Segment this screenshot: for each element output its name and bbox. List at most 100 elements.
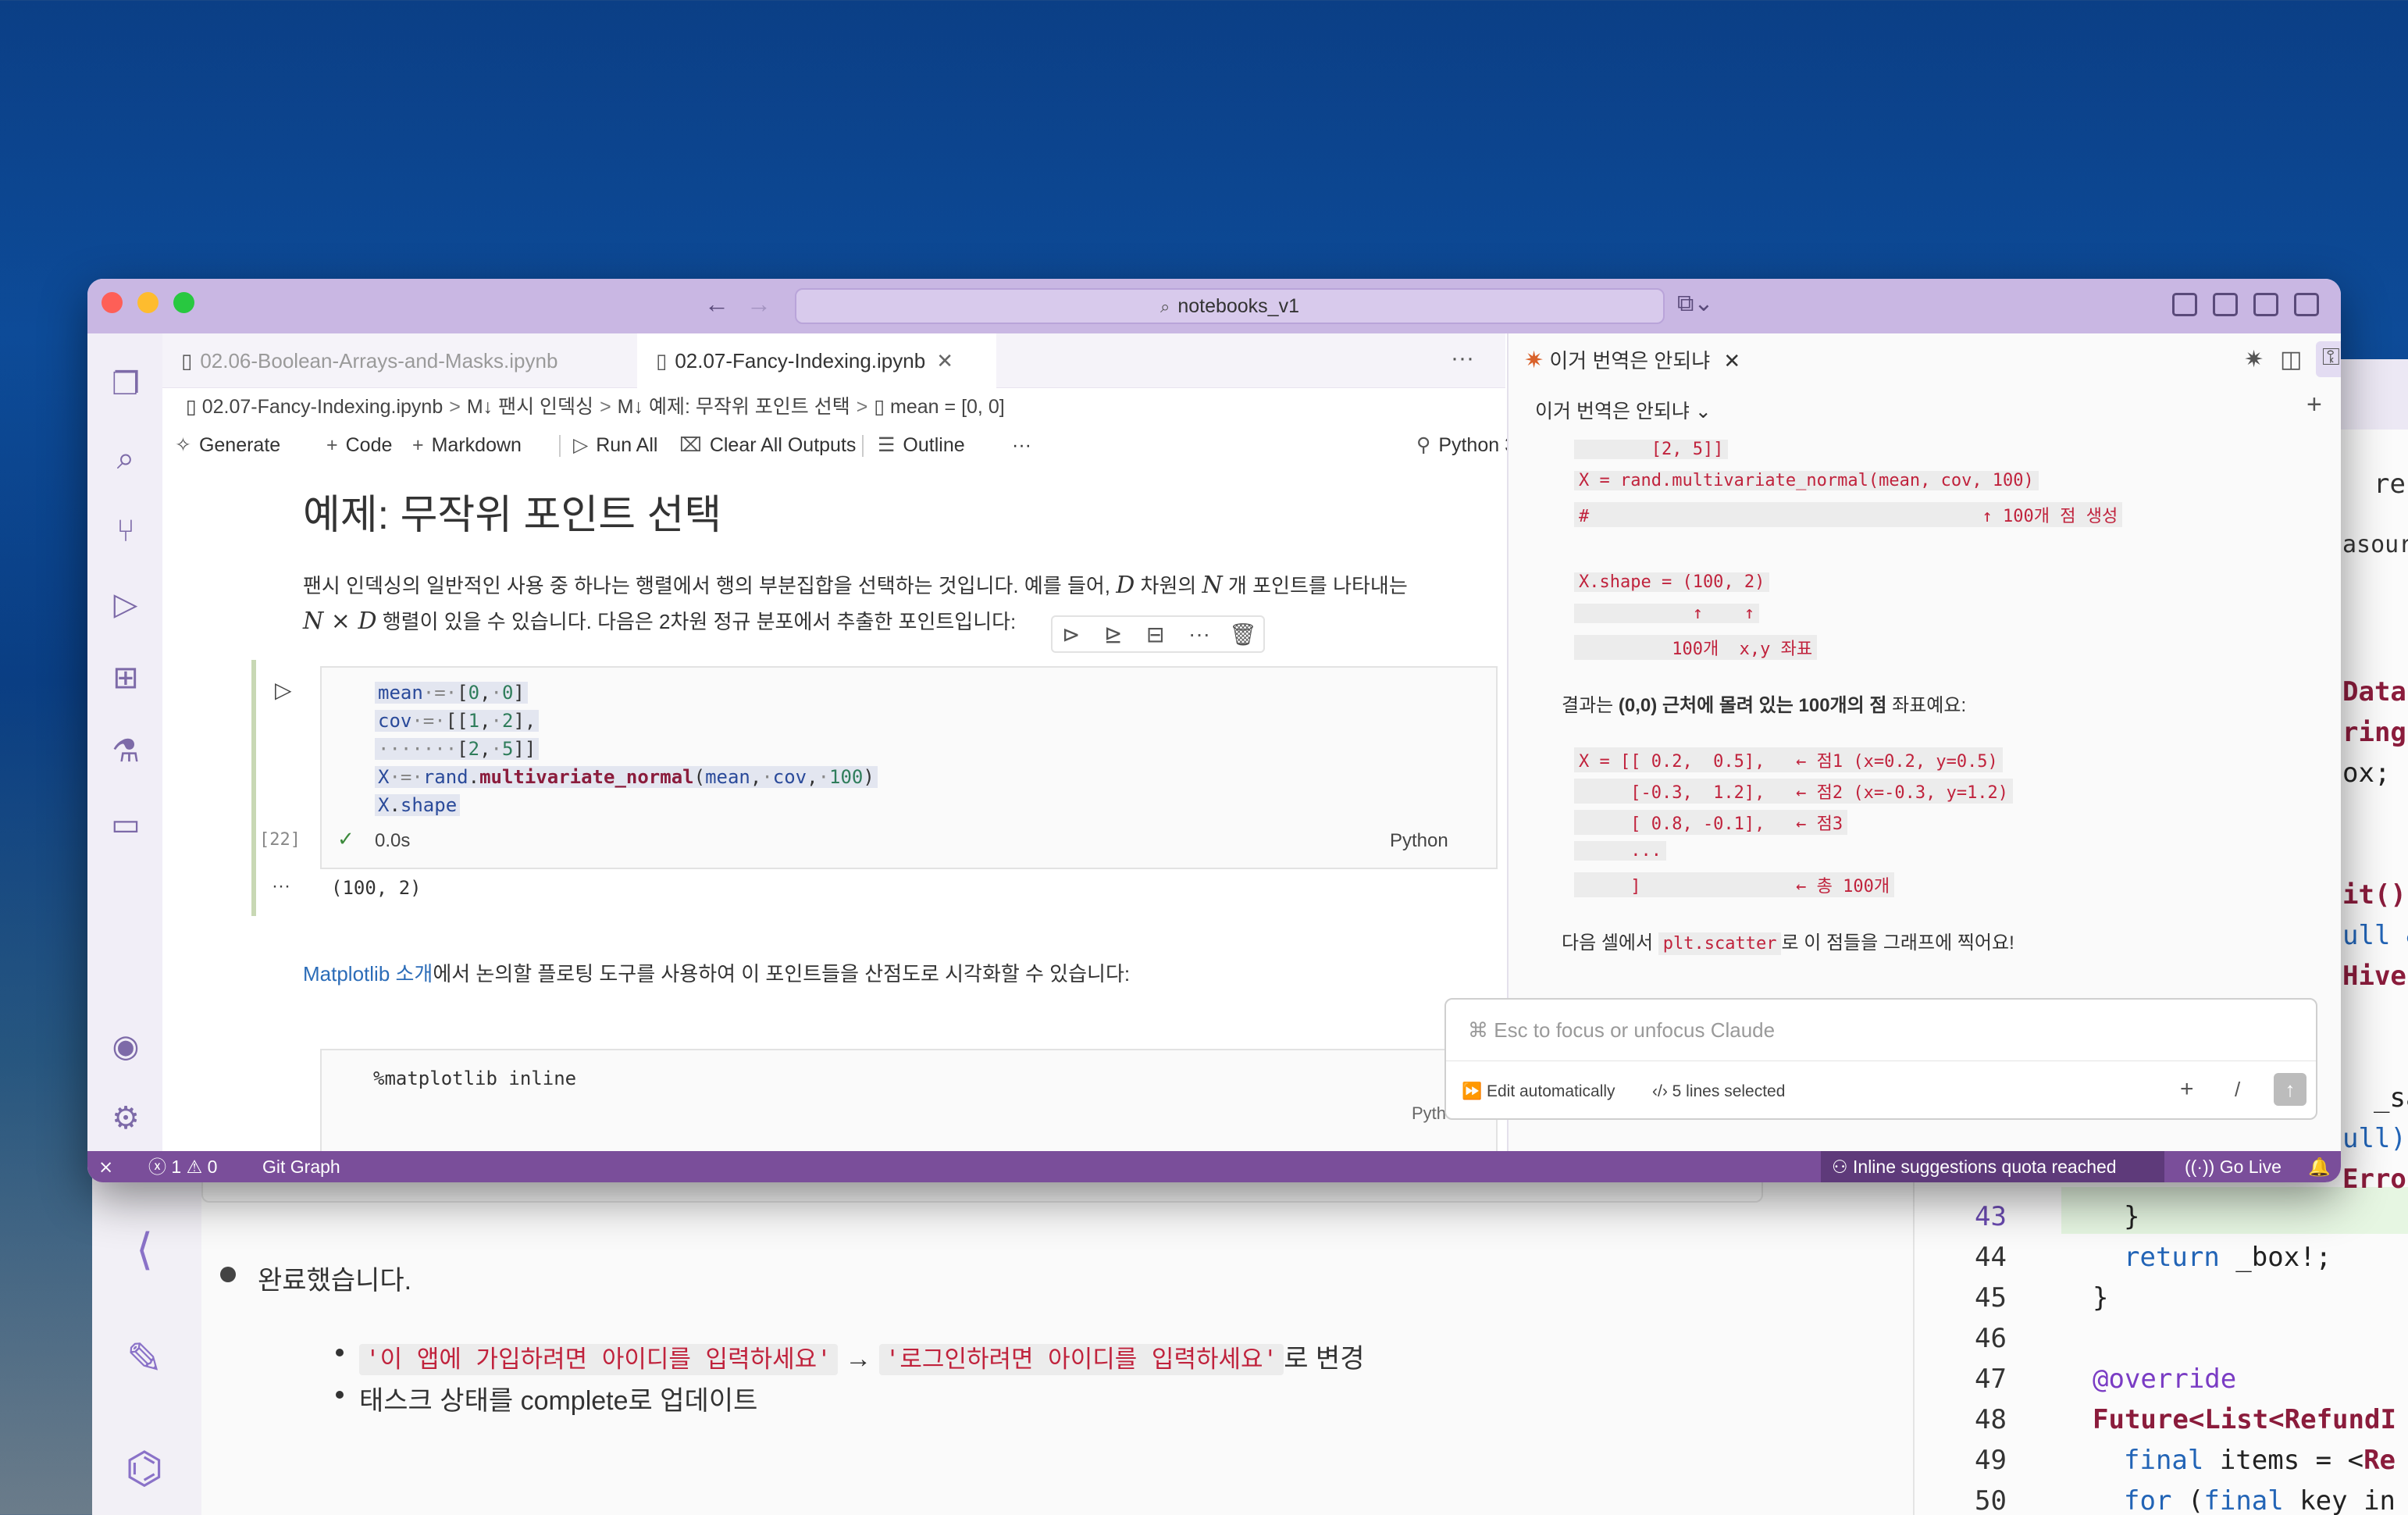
chat-next-text: 다음 셀에서 plt.scatter 로 이 점들을 그래프에 찍어요!: [1562, 932, 2014, 955]
selection-context[interactable]: ‹/› 5 lines selected: [1652, 1082, 1785, 1101]
editor-tabs: ▯ 02.06-Boolean-Arrays-and-Masks.ipynb ▯ 0…: [162, 333, 1505, 388]
settings-gear-icon[interactable]: ⚙: [106, 1099, 145, 1138]
tab-boolean-arrays[interactable]: ▯ 02.06-Boolean-Arrays-and-Masks.ipynb: [162, 333, 623, 388]
edit-automatically-toggle[interactable]: ⏩ Edit automatically: [1462, 1082, 1615, 1101]
code-block-line: X = [[ 0.2, 0.5], ← 점1 (x=0.2, y=0.5): [1574, 747, 2003, 772]
execution-time: 0.0s: [375, 830, 411, 851]
generate-button[interactable]: ✧ Generate: [175, 427, 280, 463]
outline-button[interactable]: ☰ Outline: [878, 427, 965, 463]
clear-outputs-icon: ⌧: [679, 434, 702, 456]
chat-input[interactable]: ⌘ Esc to focus or unfocus Claude ⏩ Edit …: [1444, 998, 2317, 1120]
matplotlib-link[interactable]: Matplotlib 소개: [303, 962, 433, 986]
code-block-line: 100개 x,y 좌표: [1574, 635, 1818, 660]
run-icon: ▷: [573, 434, 589, 456]
execution-count: [22]: [259, 830, 301, 850]
quota-status[interactable]: ⚇ Inline suggestions quota reached: [1821, 1151, 2164, 1182]
code-cell[interactable]: ▷ mean·=·[0,·0] cov·=·[[1,·2], ·······[2…: [251, 660, 1505, 894]
forward-arrow-icon[interactable]: →: [746, 290, 789, 318]
warning-icon: ⚠: [186, 1157, 208, 1177]
chat-result-text: 결과는 (0,0) 근처에 몰려 있는 100개의 점 좌표예요:: [1562, 695, 1967, 716]
go-live-button[interactable]: ((·)) Go Live: [2185, 1151, 2282, 1182]
send-button[interactable]: ↑: [2274, 1073, 2306, 1106]
search-icon[interactable]: ⌕: [106, 439, 145, 478]
remote-icon[interactable]: ⨯: [98, 1151, 113, 1182]
add-code-button[interactable]: + Code: [326, 427, 392, 463]
edge-text: Hive: [2342, 961, 2406, 992]
problems-indicator[interactable]: ⓧ 1 ⚠ 0: [148, 1151, 217, 1182]
background-card-border: [201, 1179, 1763, 1203]
add-markdown-button[interactable]: + Markdown: [412, 427, 522, 463]
toggle-sidebar-icon[interactable]: [2213, 293, 2238, 316]
code-line: ·······[2,·5]]: [375, 738, 540, 760]
lock-icon[interactable]: ⚿: [2316, 341, 2341, 377]
close-window-button[interactable]: [102, 292, 123, 313]
bullet-tail: 로 변경: [1284, 1344, 1365, 1374]
code-block-line: ] ← 총 100개: [1574, 872, 1895, 897]
cell-language[interactable]: Python: [1390, 830, 1448, 852]
run-cell-icon[interactable]: ▷: [275, 677, 292, 703]
input-divider: [1446, 1060, 2316, 1061]
cell-more-icon[interactable]: ···: [1188, 622, 1210, 647]
attach-plus-icon[interactable]: +: [2180, 1076, 2194, 1103]
code-block-line: ...: [1574, 841, 1666, 861]
edge-text: ref: [2374, 469, 2408, 500]
toggle-secondary-sidebar-icon[interactable]: [2294, 293, 2319, 316]
folder-icon[interactable]: ▭: [106, 805, 145, 844]
edit-pencil-icon: ✎: [126, 1334, 163, 1383]
extensions-icon[interactable]: ⊞: [106, 658, 145, 697]
breadcrumb-cell[interactable]: mean = [0, 0]: [890, 396, 1005, 418]
execute-above-icon[interactable]: ⊳: [1062, 622, 1080, 647]
breadcrumb-file[interactable]: 02.07-Fancy-Indexing.ipynb: [202, 396, 443, 418]
code-brace: }: [2093, 1282, 2109, 1314]
status-bar: ⨯ ⓧ 1 ⚠ 0 Git Graph ⚇ Inline suggestions…: [87, 1151, 2341, 1182]
minimize-window-button[interactable]: [137, 292, 159, 313]
source-control-icon[interactable]: ⑂: [106, 512, 145, 551]
notebook-toolbar: ✧ Generate + Code + Markdown ▷ Run All ⌧ Clea…: [175, 427, 1559, 463]
explorer-icon[interactable]: ❐: [106, 365, 145, 404]
new-chat-icon[interactable]: +: [2306, 390, 2322, 420]
command-center-search[interactable]: ⌕ notebooks_v1: [795, 288, 1665, 324]
code-cell[interactable]: %matplotlib inline Python: [320, 1049, 1498, 1151]
breadcrumb-section[interactable]: M↓ 예제: 무작위 포인트 선택: [618, 396, 850, 418]
line-number: 47: [1975, 1364, 2007, 1395]
account-icon[interactable]: ◉: [106, 1027, 145, 1066]
delete-cell-icon[interactable]: 🗑: [1229, 622, 1257, 647]
cell-editor[interactable]: mean·=·[0,·0] cov·=·[[1,·2], ·······[2,·…: [320, 666, 1498, 869]
split-editor-icon[interactable]: ◫: [2280, 346, 2302, 373]
navigation-arrows: ←→: [704, 290, 789, 319]
claude-icon[interactable]: ✷: [2244, 346, 2264, 373]
cell-output: (100, 2): [331, 877, 422, 899]
split-cell-icon[interactable]: ⊟: [1146, 622, 1164, 647]
clear-outputs-button[interactable]: ⌧ Clear All Outputs: [679, 427, 856, 463]
markdown-heading: 예제: 무작위 포인트 선택: [303, 493, 722, 538]
claude-icon: ✷: [1524, 348, 1544, 373]
close-tab-icon[interactable]: ✕: [1723, 349, 1740, 373]
git-graph-button[interactable]: Git Graph: [262, 1151, 340, 1182]
cell-focus-indicator: [251, 660, 256, 894]
output-focus-indicator: [251, 863, 256, 916]
code-final-items: final items = <Re: [2124, 1445, 2396, 1476]
back-arrow-icon[interactable]: ←: [704, 290, 746, 318]
toolbar-more-icon[interactable]: ···: [1012, 427, 1031, 463]
toggle-panel-icon[interactable]: [2253, 293, 2278, 316]
breadcrumb-section[interactable]: M↓ 팬시 인덱싱: [467, 396, 593, 418]
close-tab-icon[interactable]: ✕: [936, 349, 953, 373]
more-actions-icon[interactable]: ···: [1451, 333, 1474, 383]
layout-grid-icon[interactable]: [2172, 293, 2197, 316]
tab-fancy-indexing[interactable]: ▯ 02.07-Fancy-Indexing.ipynb ✕: [637, 333, 996, 388]
run-all-button[interactable]: ▷ Run All: [573, 427, 657, 463]
error-icon: ⓧ: [148, 1157, 172, 1177]
session-selector[interactable]: 이거 번역은 안되냐 ⌄: [1535, 396, 1712, 424]
copilot-icon[interactable]: ⧉⌄: [1677, 290, 1714, 317]
execute-below-icon[interactable]: ⊵: [1104, 622, 1122, 647]
output-more-icon[interactable]: ···: [272, 875, 290, 897]
edge-text: asour: [2342, 531, 2408, 558]
testing-flask-icon[interactable]: ⚗: [106, 732, 145, 771]
maximize-window-button[interactable]: [173, 292, 194, 313]
slash-command-icon[interactable]: /: [2235, 1078, 2240, 1102]
chat-tab[interactable]: ✷ 이거 번역은 안되냐 ✕: [1524, 333, 1740, 388]
run-debug-icon[interactable]: ▷: [106, 585, 145, 624]
breadcrumb: ▯ 02.07-Fancy-Indexing.ipynb > M↓ 팬시 인덱싱 > M…: [186, 396, 1005, 418]
notifications-bell-icon[interactable]: 🔔: [2308, 1151, 2331, 1182]
code-signature: Future<List<RefundI: [2093, 1404, 2396, 1435]
